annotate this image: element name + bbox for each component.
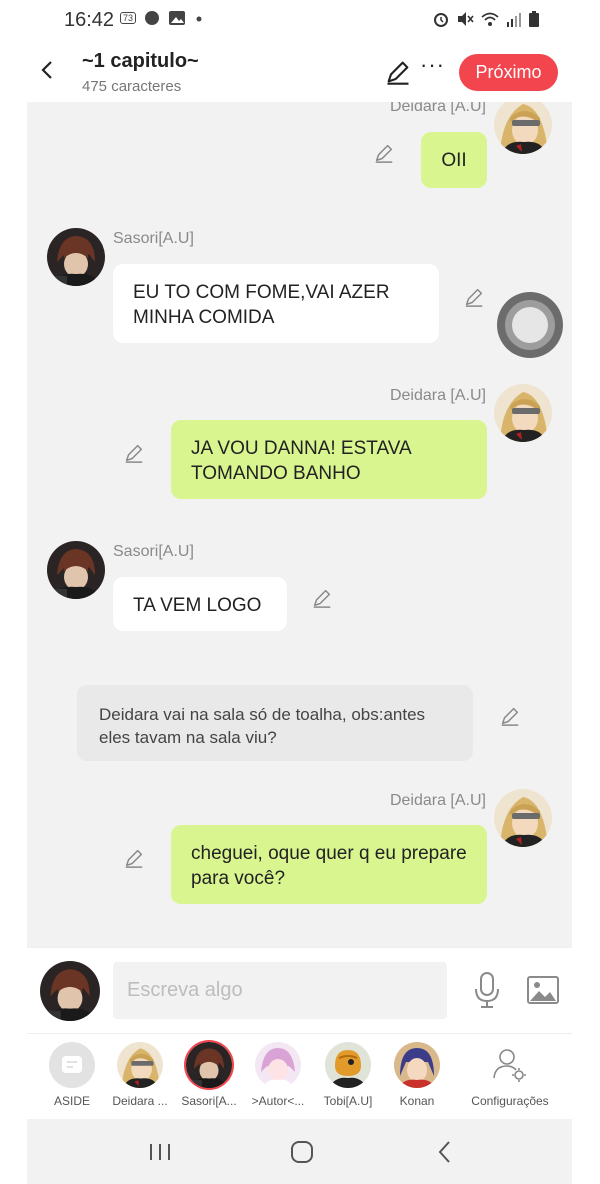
floating-assistive-button[interactable] [497, 292, 563, 358]
record-dot-icon [145, 11, 160, 25]
message-text: TA VEM LOGO [133, 595, 262, 616]
character-label: Configurações [471, 1094, 549, 1108]
character-deidara[interactable]: Deidara ... [104, 1042, 176, 1108]
konan-avatar [394, 1042, 440, 1088]
sender-name: Sasori[A.U] [113, 543, 194, 560]
message-bubble-received[interactable]: EU TO COM FOME,VAI AZER MINHA COMIDA [113, 264, 439, 343]
character-label: Deidara ... [112, 1094, 168, 1108]
settings-user-icon [487, 1042, 533, 1088]
character-label: >Autor<... [251, 1094, 305, 1108]
deidara-avatar [117, 1042, 163, 1088]
microphone-icon[interactable] [471, 970, 503, 1010]
message-bubble-received[interactable]: TA VEM LOGO [113, 577, 287, 631]
autor-avatar [255, 1042, 301, 1088]
selected-character-avatar[interactable] [40, 961, 100, 1021]
sender-name: Deidara [A.U] [389, 387, 486, 404]
notification-badge-icon: 73 [120, 12, 137, 24]
edit-message-icon[interactable] [311, 587, 333, 609]
character-label: Sasori[A... [181, 1094, 237, 1108]
battery-icon [529, 11, 539, 27]
mute-icon [458, 12, 474, 26]
message-bubble-sent[interactable]: cheguei, oque quer q eu prepare para voc… [171, 825, 487, 904]
character-konan[interactable]: Konan [381, 1042, 453, 1108]
character-aside[interactable]: ASIDE [36, 1042, 108, 1108]
message-bubble-sent[interactable]: OII [421, 132, 487, 188]
message-text: cheguei, oque quer q eu prepare para voc… [191, 843, 467, 889]
character-count: 475 caracteres [82, 78, 182, 95]
chat-area[interactable]: Deidara [A.U] OII Sasori[A.U] EU TO COM … [27, 102, 572, 947]
sasori-avatar [47, 228, 105, 286]
narration-bubble[interactable]: Deidara vai na sala só de toalha, obs:an… [77, 685, 473, 761]
edit-message-icon[interactable] [463, 286, 485, 308]
status-bar: 16:42 73 [0, 0, 600, 42]
character-settings[interactable]: Configurações [465, 1042, 555, 1108]
message-bubble-sent[interactable]: JA VOU DANNA! ESTAVA TOMANDO BANHO [171, 420, 487, 499]
edit-message-icon[interactable] [123, 442, 145, 464]
sender-name: Deidara [A.U] [389, 102, 486, 115]
sender-name: Sasori[A.U] [113, 230, 194, 247]
character-sasori[interactable]: Sasori[A... [173, 1042, 245, 1108]
back-arrow-icon[interactable] [34, 56, 62, 84]
aside-icon [49, 1042, 95, 1088]
character-label: ASIDE [53, 1094, 90, 1108]
gallery-icon [169, 11, 186, 25]
message-text: EU TO COM FOME,VAI AZER MINHA COMIDA [133, 282, 390, 328]
recent-apps-icon[interactable] [145, 1137, 175, 1167]
edit-message-icon[interactable] [499, 705, 521, 727]
message-text: JA VOU DANNA! ESTAVA TOMANDO BANHO [191, 438, 411, 484]
edit-message-icon[interactable] [373, 142, 395, 164]
deidara-avatar [494, 789, 552, 847]
message-input[interactable] [113, 962, 447, 1019]
edit-title-icon[interactable] [384, 58, 412, 86]
home-icon[interactable] [287, 1137, 317, 1167]
more-options-icon[interactable]: ··· [420, 52, 445, 78]
character-label: Tobi[A.U] [323, 1094, 373, 1108]
sasori-avatar [47, 541, 105, 599]
image-upload-icon[interactable] [525, 972, 561, 1008]
signal-icon [507, 13, 521, 27]
nav-back-icon[interactable] [430, 1137, 460, 1167]
small-dot-icon [196, 16, 202, 22]
sender-name: Deidara [A.U] [389, 792, 486, 809]
message-composer [27, 947, 572, 1034]
character-autor[interactable]: >Autor<... [242, 1042, 314, 1108]
status-time: 16:42 [64, 9, 115, 31]
character-selector-bar: ASIDE Deidara ... Sasori[A... >Autor<...… [27, 1033, 572, 1120]
edit-message-icon[interactable] [123, 847, 145, 869]
android-nav-bar [27, 1119, 572, 1184]
next-button[interactable]: Próximo [459, 54, 558, 91]
alarm-icon [434, 13, 448, 27]
tobi-avatar [325, 1042, 371, 1088]
character-label: Konan [399, 1094, 435, 1108]
deidara-avatar [494, 384, 552, 442]
message-text: OII [441, 150, 467, 171]
chapter-title[interactable]: ~1 capitulo~ [82, 50, 199, 73]
deidara-avatar [494, 102, 552, 154]
wifi-icon [481, 12, 499, 26]
narration-text: Deidara vai na sala só de toalha, obs:an… [99, 705, 426, 747]
sasori-avatar [186, 1042, 232, 1088]
character-tobi[interactable]: Tobi[A.U] [312, 1042, 384, 1108]
app-header: ~1 capitulo~ 475 caracteres ··· Próximo [0, 42, 600, 102]
